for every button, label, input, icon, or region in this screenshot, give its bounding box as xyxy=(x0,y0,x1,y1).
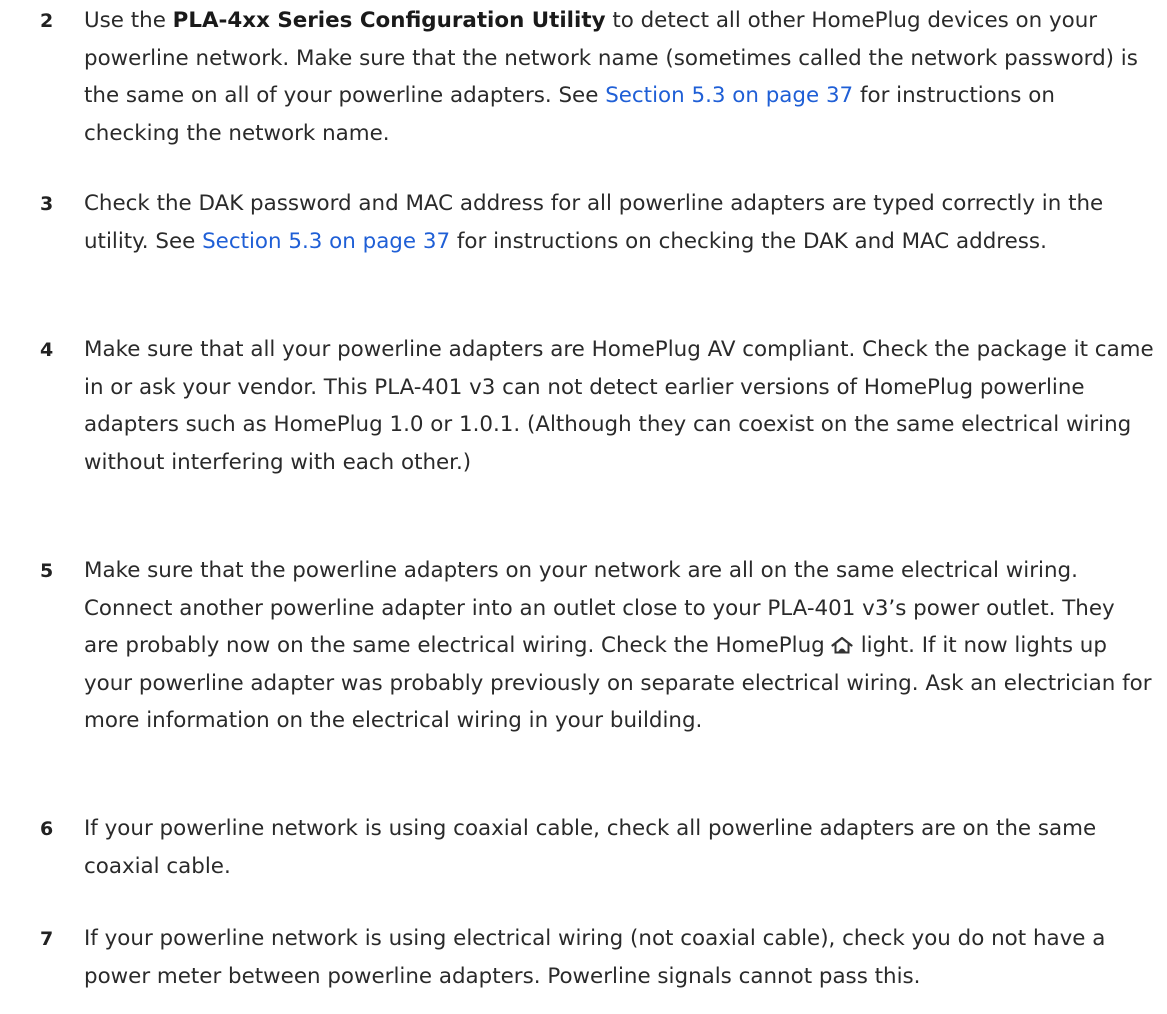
section-link[interactable]: Section 5.3 on page 37 xyxy=(605,83,853,108)
step-4-text: Make sure that all your powerline adapte… xyxy=(84,337,1154,475)
manual-page: 2 Use the PLA-4xx Series Configuration U… xyxy=(0,0,1167,1014)
step-7-text: If your powerline network is using elect… xyxy=(84,926,1106,989)
step-3-text-end: for instructions on checking the DAK and… xyxy=(450,228,1047,254)
step-number: 6 xyxy=(40,818,54,840)
step-number: 5 xyxy=(40,560,54,582)
homeplug-house-icon xyxy=(831,636,853,654)
step-3-text: Check the DAK password and MAC address f… xyxy=(84,185,1156,260)
section-link[interactable]: Section 5.3 on page 37 xyxy=(202,229,450,254)
step-2-text: Use the PLA-4xx Series Configuration Uti… xyxy=(84,2,1156,152)
step-2-text-start: Use the xyxy=(84,8,173,33)
step-number: 7 xyxy=(40,928,54,950)
step-5-text: Make sure that the powerline adapters on… xyxy=(84,552,1156,740)
step-number: 3 xyxy=(40,193,54,215)
utility-name: PLA-4xx Series Configuration Utility xyxy=(172,8,606,33)
step-number: 4 xyxy=(40,339,54,361)
step-number: 2 xyxy=(40,10,54,32)
step-6-text: If your powerline network is using coaxi… xyxy=(84,816,1097,879)
